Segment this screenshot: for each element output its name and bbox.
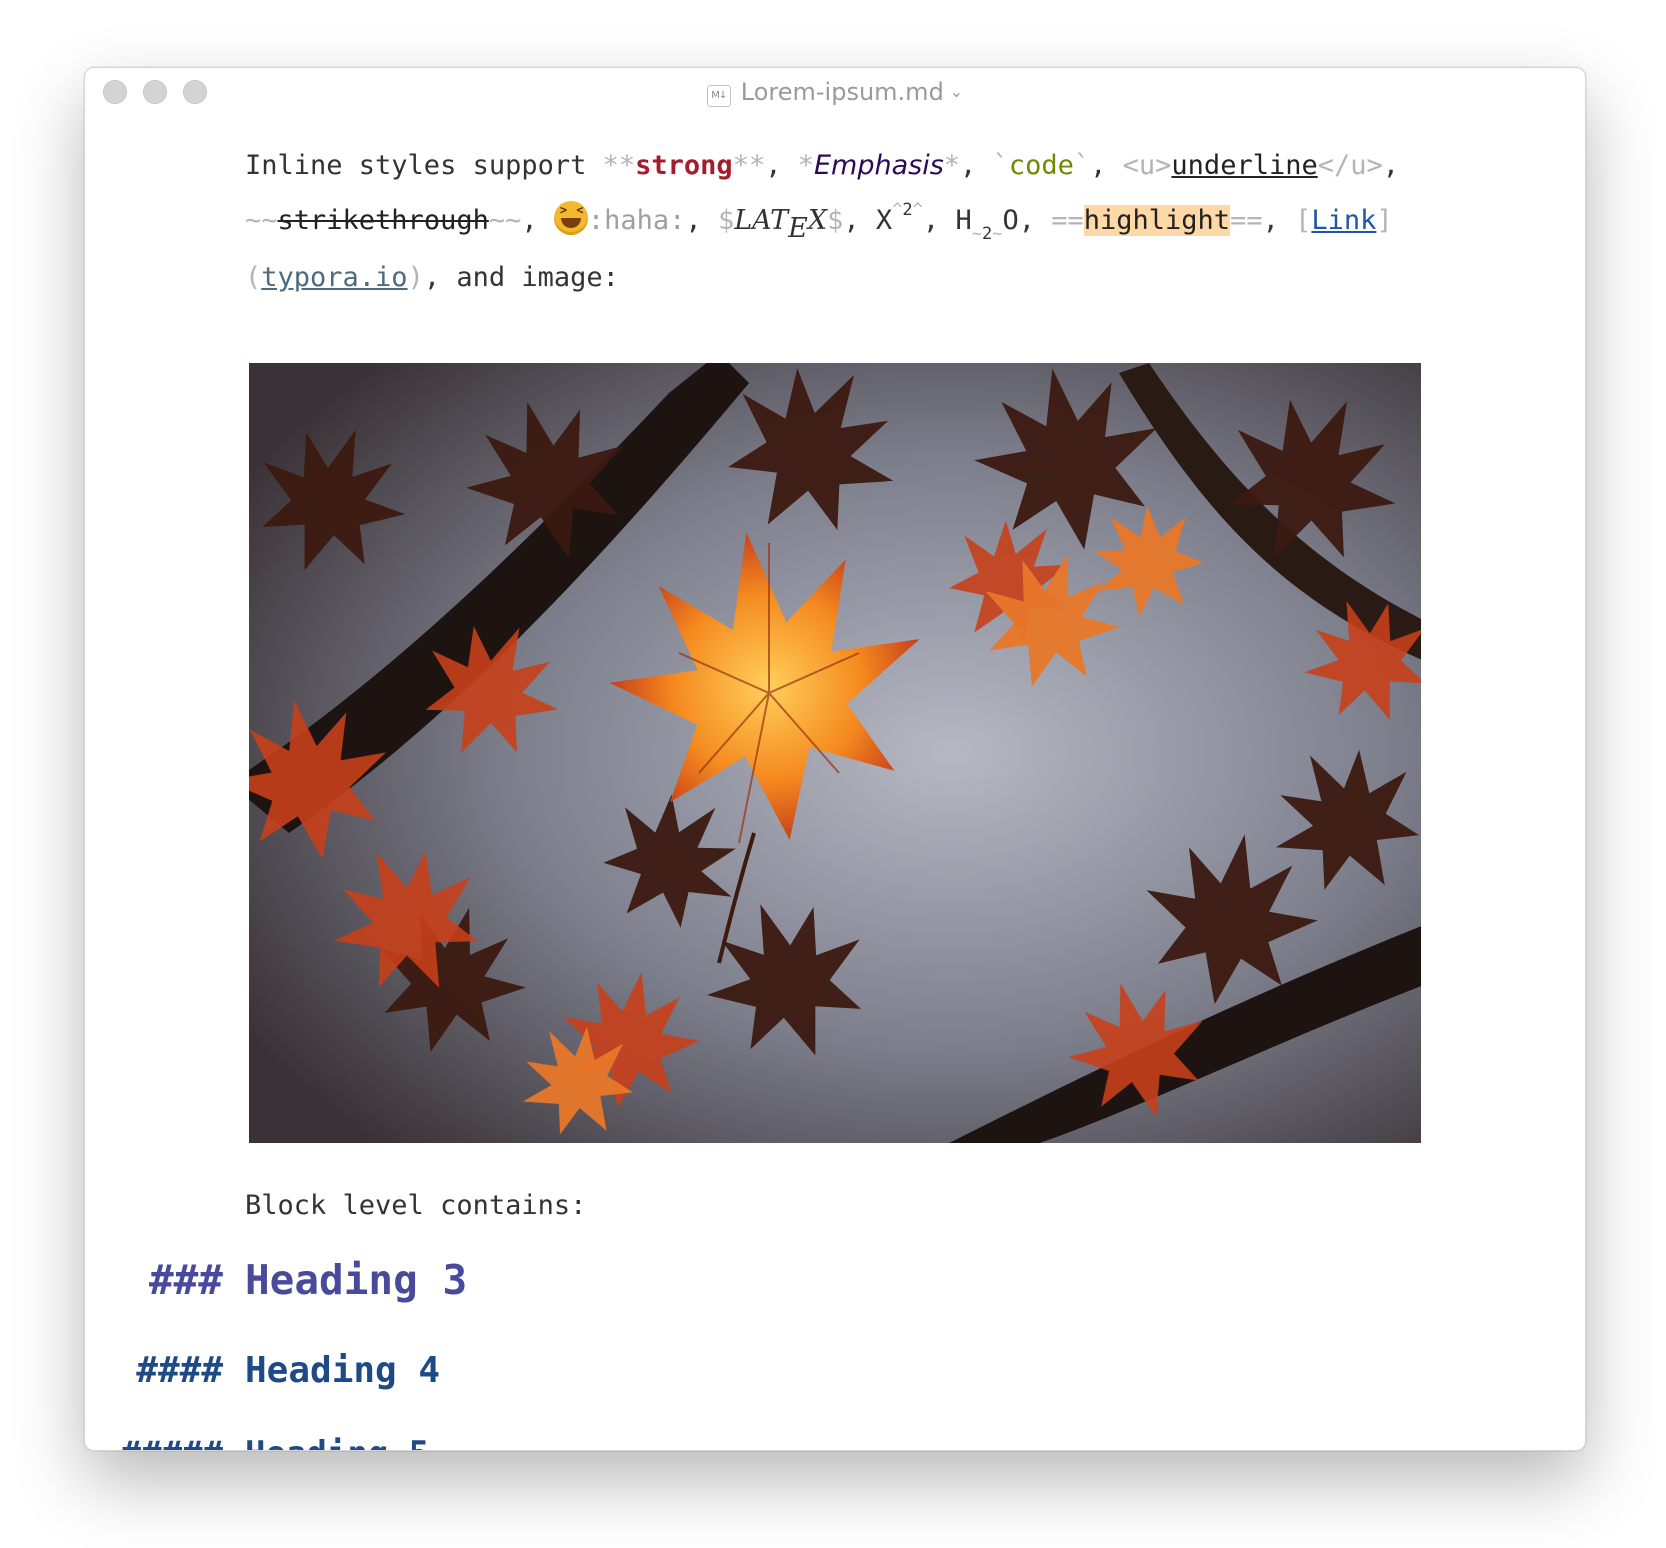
underline-text: underline: [1171, 150, 1318, 181]
link-paren-close: ): [407, 262, 424, 293]
heading-5-text: Heading 5: [245, 1434, 429, 1450]
heading-3-text: Heading 3: [245, 1256, 468, 1304]
strike-marker-open: ~~: [245, 205, 278, 236]
autumn-leaves-illustration: [249, 363, 1421, 1143]
chevron-down-icon[interactable]: ⌄: [950, 78, 963, 106]
window-title-area[interactable]: M↓ Lorem-ipsum.md ⌄: [85, 78, 1585, 107]
title-bar: M↓ Lorem-ipsum.md ⌄: [85, 68, 1585, 116]
subscript-marker-open: ~: [971, 224, 982, 244]
heading-4-text: Heading 4: [245, 1350, 441, 1391]
autumn-leaves-image[interactable]: [249, 363, 1421, 1143]
separator: ,: [1262, 205, 1296, 236]
underline-tag-open: <u>: [1122, 150, 1172, 181]
strong-marker-close: **: [732, 150, 766, 181]
block-level-text[interactable]: Block level contains:: [245, 1188, 586, 1224]
link-url[interactable]: typora.io: [261, 262, 407, 293]
code-marker-open: `: [992, 150, 1009, 181]
link-bracket-open: [: [1295, 205, 1312, 236]
math-marker-open: $: [717, 205, 735, 236]
latex-e: E: [788, 213, 808, 244]
highlight-marker-open: ==: [1051, 205, 1084, 236]
subscript-marker-close: ~: [992, 224, 1003, 244]
separator: ,: [1090, 150, 1123, 181]
paragraph-intro: Inline styles support: [245, 150, 603, 181]
superscript-text: 2: [902, 200, 913, 220]
strong-text: strong: [635, 150, 733, 181]
separator: ,: [765, 150, 798, 181]
link-text[interactable]: Link: [1311, 205, 1376, 236]
highlight-text: highlight: [1083, 205, 1231, 236]
strike-marker-close: ~~: [488, 205, 522, 236]
strong-marker-open: **: [602, 150, 636, 181]
latex-t: T: [770, 205, 789, 236]
editor-window: M↓ Lorem-ipsum.md ⌄ Inline styles support …: [84, 67, 1586, 1451]
latex-x: X: [807, 205, 828, 236]
heading-5-marker: #####: [85, 1434, 223, 1450]
math-marker-close: $: [827, 205, 844, 236]
subscript-base: H: [955, 205, 972, 236]
paragraph-outro: , and image:: [423, 262, 619, 293]
underline-tag-close: </u>: [1317, 150, 1383, 181]
subscript-tail: O: [1002, 205, 1019, 236]
emphasis-marker-open: *: [797, 150, 814, 181]
markdown-file-icon: M↓: [706, 85, 731, 107]
separator: ,: [1018, 205, 1052, 236]
strikethrough-text: strikethrough: [277, 205, 489, 236]
laughing-emoji-icon: [553, 201, 588, 235]
emphasis-text: Emphasis: [813, 150, 944, 181]
superscript-marker-open: ^: [892, 200, 903, 220]
emoji-shortcode: :haha:: [587, 205, 686, 236]
separator: ,: [1382, 150, 1400, 181]
code-marker-close: `: [1073, 150, 1091, 181]
window-title: Lorem-ipsum.md: [740, 78, 944, 106]
separator: ,: [960, 150, 993, 181]
subscript-text: 2: [981, 224, 993, 244]
latex-la: LA: [734, 205, 771, 236]
superscript-base: X: [875, 205, 893, 236]
inline-code-text: code: [1008, 150, 1074, 181]
heading-4-marker: ####: [136, 1350, 223, 1391]
emphasis-marker-close: *: [943, 150, 961, 181]
separator: ,: [521, 205, 554, 236]
separator: ,: [685, 205, 718, 236]
highlight-marker-close: ==: [1230, 205, 1263, 236]
separator: ,: [843, 205, 876, 236]
separator: ,: [922, 205, 956, 236]
inline-styles-paragraph[interactable]: Inline styles support **strong**, *Empha…: [245, 144, 1420, 300]
heading-3-marker: ###: [148, 1256, 223, 1304]
superscript-marker-close: ^: [912, 200, 923, 220]
latex-math: LATEX: [734, 205, 828, 244]
